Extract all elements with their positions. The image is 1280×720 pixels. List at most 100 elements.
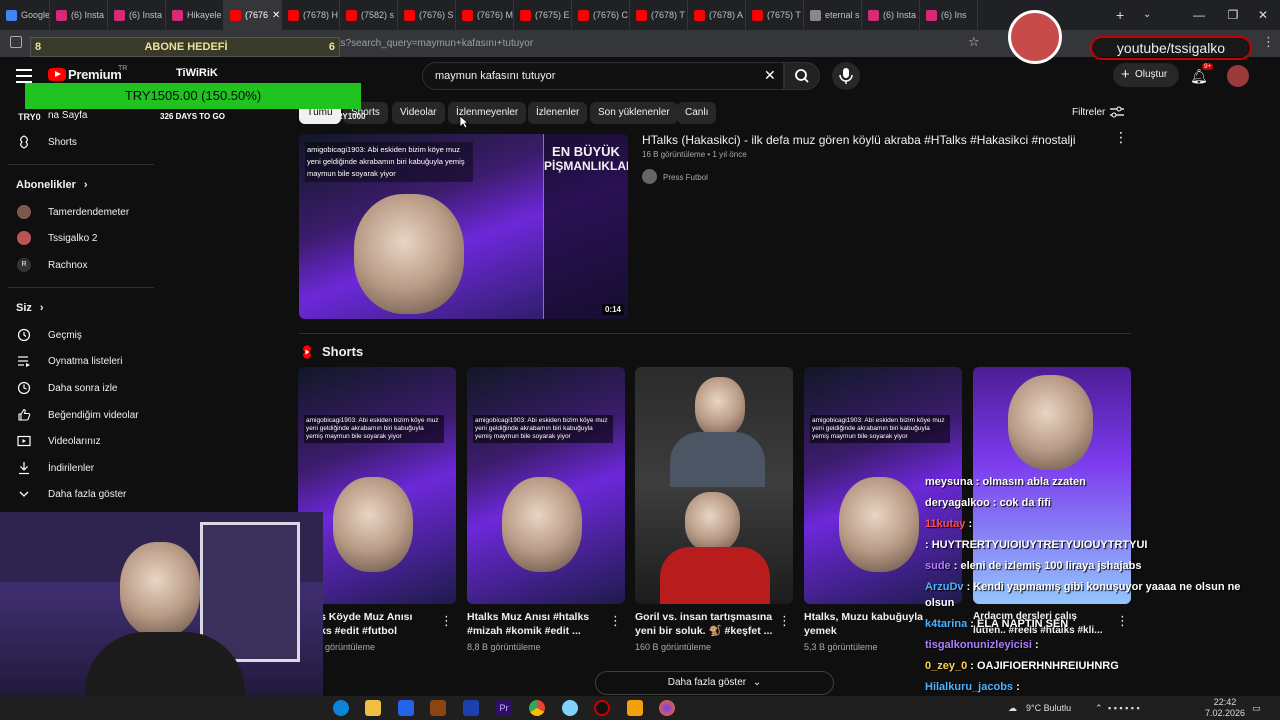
voice-search-button[interactable] [832,62,860,90]
hamburger-menu-icon[interactable] [16,69,32,83]
app-icon[interactable] [463,700,479,716]
filter-icon[interactable] [1110,106,1124,118]
clock[interactable]: 22:42 7.02.2026 [1205,697,1245,719]
chat-message: meysuna : olmasın abla zzaten [925,476,1086,488]
premium-region: TR [118,65,128,72]
sidebar-item-your-videos[interactable]: Videolarınız [0,428,150,454]
chip-watched[interactable]: İzlenenler [528,102,588,124]
tray-chevron-icon[interactable]: ⌃ [1095,696,1103,720]
search-button[interactable] [784,62,820,90]
channel-avatar[interactable] [642,169,657,184]
you-header[interactable]: Siz › [16,302,44,314]
sidebar-item-watch-later[interactable]: Daha sonra izle [0,375,150,401]
browser-tab[interactable]: (7678) H [282,0,340,30]
browser-tab[interactable]: eternal s [804,0,862,30]
browser-tab[interactable]: (6) Insta [862,0,920,30]
close-tab-icon[interactable]: ✕ [272,10,280,21]
browser-tab[interactable]: (6) Ins [920,0,978,30]
browser-tab[interactable]: Google [0,0,50,30]
browser-tab[interactable]: (7676) S [398,0,456,30]
more-options-icon[interactable]: ⋮ [1116,613,1129,629]
app-icon[interactable] [562,700,578,716]
folder-icon[interactable] [627,700,643,716]
create-button[interactable]: + Oluştur [1113,63,1179,87]
bell-icon[interactable]: 🔔︎ [1190,68,1208,85]
mail-icon[interactable] [398,700,414,716]
avatar[interactable] [1227,65,1249,87]
edge-icon[interactable] [333,700,349,716]
chip-recently-uploaded[interactable]: Son yüklenenler [590,102,678,124]
browser-tab-active[interactable]: (7676 ✕ [224,0,282,30]
browser-tab[interactable]: (6) Insta [108,0,166,30]
firefox-icon[interactable] [659,700,675,716]
instagram-icon [56,9,67,21]
sidebar-toggle-icon[interactable] [10,36,22,48]
youtube-logo-icon[interactable] [48,68,66,81]
search-input[interactable]: maymun kafasını tutuyor [422,62,784,90]
sidebar-item-show-more[interactable]: Daha fazla göster [0,481,150,507]
obs-icon[interactable] [594,700,610,716]
browser-tab[interactable]: (7676) C [572,0,630,30]
maximize-icon[interactable]: ❐ [1216,0,1250,30]
shorts-logo-icon [302,345,312,359]
short-thumbnail[interactable] [635,367,793,604]
clear-search-icon[interactable]: ✕ [764,67,776,84]
tray-icons[interactable]: ▪ ▪ ▪ ▪ ▪ ▪ [1108,696,1140,720]
sidebar-item-subscription[interactable]: Tssigalko 2 [0,225,150,251]
sidebar-item-subscription[interactable]: R Rachnox [0,252,150,278]
chrome-icon[interactable] [529,700,545,716]
premiere-icon[interactable]: Pr [496,700,512,716]
short-thumbnail[interactable]: amigobicagi1903: Abi eskiden bizim köye … [467,367,625,604]
notification-center-icon[interactable]: ▭ [1252,696,1261,720]
chip-videos[interactable]: Videolar [392,102,445,124]
weather-text[interactable]: 9°C Bulutlu [1026,696,1071,720]
url-field[interactable]: ults?search_query=maymun+kafasını+tutuyo… [330,34,990,53]
sidebar-item-downloads[interactable]: İndirilenler [0,455,150,481]
chip-live[interactable]: Canlı [677,102,717,124]
browser-tab[interactable]: (7582) s [340,0,398,30]
chat-user: 11kutay [925,518,966,530]
file-manager-icon[interactable] [365,700,381,716]
donation-days-left: 326 DAYS TO GO [160,112,225,121]
close-window-icon[interactable]: ✕ [1246,0,1280,30]
video-title[interactable]: HTalks (Hakasikci) - ilk defa muz gören … [642,133,1076,147]
browser-tab[interactable]: (7675) E [514,0,572,30]
sidebar-item-liked-videos[interactable]: Beğendiğim videolar [0,402,150,428]
youtube-icon [230,9,241,21]
bookmark-star-icon[interactable]: ☆ [968,34,980,50]
browser-tab[interactable]: (7678) T [630,0,688,30]
sidebar-item-subscription[interactable]: Tamerdendemeter [0,199,150,225]
browser-tab[interactable]: (6) Insta [50,0,108,30]
filters-button[interactable]: Filtreler [1072,107,1105,118]
new-tab-icon[interactable]: + [1116,0,1130,30]
app-icon[interactable] [430,700,446,716]
chevron-right-icon: › [39,302,44,314]
short-title[interactable]: Goril vs. insan tartışmasına yeni bir sol… [635,610,780,638]
minimize-icon[interactable]: — [1182,0,1216,30]
chevron-down-icon[interactable]: ⌄ [1143,0,1157,30]
weather-icon[interactable]: ☁︎ [1008,696,1017,720]
browser-tab[interactable]: (7676) M [456,0,514,30]
donation-start-label: TRY0 [18,112,41,122]
streamer-webcam [0,512,323,720]
video-duration: 0:14 [601,304,624,315]
more-options-icon[interactable]: ⋮ [440,613,453,629]
more-options-icon[interactable]: ⋮ [609,613,622,629]
more-options-icon[interactable]: ⋮ [1114,129,1128,146]
short-title[interactable]: Htalks Muz Anısı #htalks #mizah #komik #e… [467,610,612,638]
show-more-button[interactable]: Daha fazla göster ⌄ [595,671,834,695]
video-thumbnail[interactable]: amigobicagi1903: Abi eskiden bizim köye … [299,134,628,319]
browser-tab[interactable]: (7678) A [688,0,746,30]
more-menu-icon[interactable]: ⋮ [1262,34,1275,50]
subscriptions-header[interactable]: Abonelikler › [16,179,88,191]
sidebar-item-playlists[interactable]: Oynatma listeleri [0,348,150,374]
chat-message: deryagalkoo : cok da fifi [925,497,1051,509]
channel-name[interactable]: Press Futbol [663,173,708,182]
browser-tab[interactable]: Hikayele [166,0,224,30]
sidebar-item-history[interactable]: Geçmiş [0,322,150,348]
chat-message: tisgalkonunizleyicisi : [925,639,1039,651]
browser-tab[interactable]: (7675) T [746,0,804,30]
youtube-icon [752,9,763,21]
sidebar-item-shorts[interactable]: Shorts [0,129,150,155]
more-options-icon[interactable]: ⋮ [778,613,791,629]
